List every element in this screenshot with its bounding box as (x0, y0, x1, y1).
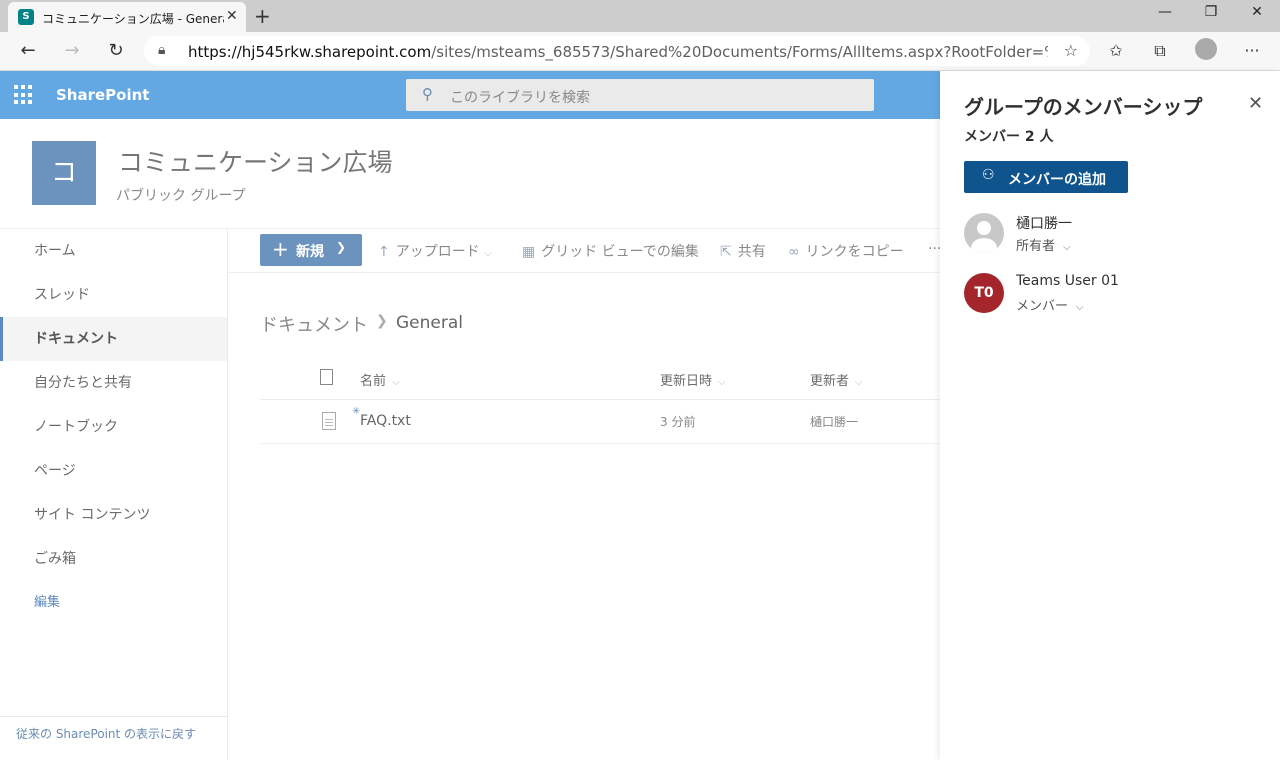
member-item: 樋口勝一 所有者 ⌵ (964, 213, 1264, 259)
close-icon[interactable]: ✕ (1248, 93, 1263, 114)
favorite-star-icon[interactable]: ☆ (1064, 41, 1078, 60)
column-modified-by-label: 更新者 (810, 374, 850, 389)
chevron-down-icon: ⌵ (718, 377, 726, 388)
new-button-label: 新規 (296, 244, 324, 260)
chevron-down-icon: ⌵ (484, 248, 492, 259)
breadcrumb-separator-icon: ❯ (376, 313, 388, 329)
add-member-label: メンバーの追加 (1008, 172, 1106, 188)
table-row[interactable]: ✳ FAQ.txt 3 分前 樋口勝一 (260, 400, 940, 444)
copy-link-button[interactable]: ∞ リンクをコピー (788, 241, 904, 261)
grid-edit-label: グリッド ビューでの編集 (541, 244, 699, 260)
grid-icon: ▦ (522, 244, 536, 260)
member-name: 樋口勝一 (1016, 216, 1072, 232)
site-subtitle: パブリック グループ (116, 188, 246, 204)
tab-close-icon[interactable]: ✕ (226, 8, 238, 24)
add-member-button[interactable]: ⚇ メンバーの追加 (964, 161, 1128, 193)
member-name: Teams User 01 (1016, 273, 1119, 289)
file-modified-by[interactable]: 樋口勝一 (810, 413, 858, 430)
tab-title: コミュニケーション広場 - General - す (42, 12, 224, 26)
upload-label: アップロード (395, 244, 480, 260)
lock-icon: 🔒︎ (158, 42, 166, 58)
classic-view-link[interactable]: 従来の SharePoint の表示に戻す (0, 716, 227, 742)
nav-item-shared-with-us[interactable]: 自分たちと共有 (0, 361, 227, 405)
breadcrumb-current: General (396, 313, 463, 333)
restore-icon[interactable]: ❐ (1196, 4, 1226, 20)
more-menu-icon[interactable]: ··· (1240, 41, 1264, 60)
member-role-dropdown[interactable]: 所有者 ⌵ (1016, 235, 1071, 254)
member-item: T0 Teams User 01 メンバー ⌵ (964, 273, 1264, 319)
nav-item-home[interactable]: ホーム (0, 229, 227, 273)
person-placeholder-icon (964, 213, 1004, 253)
add-person-icon: ⚇ (982, 167, 995, 183)
minimize-icon[interactable]: — (1150, 4, 1180, 20)
column-header-modified[interactable]: 更新日時 ⌵ (660, 370, 726, 389)
chevron-down-icon: ❯ (336, 240, 347, 254)
upload-icon: ↑ (378, 244, 390, 260)
nav-item-threads[interactable]: スレッド (0, 273, 227, 317)
file-modified: 3 分前 (660, 415, 696, 429)
url-text: https://hj545rkw.sharepoint.com/sites/ms… (188, 43, 1048, 61)
list-header: 名前 ⌵ 更新日時 ⌵ 更新者 ⌵ (260, 356, 940, 400)
window-close-icon[interactable]: ✕ (1242, 4, 1272, 20)
site-header: コ コミュニケーション広場 パブリック グループ (0, 119, 940, 229)
text-file-icon (322, 412, 336, 430)
app-launcher-icon[interactable] (14, 85, 34, 105)
profile-avatar-icon[interactable] (1194, 38, 1218, 64)
copy-link-label: リンクをコピー (805, 244, 904, 260)
new-tab-icon[interactable]: + (254, 4, 271, 28)
chevron-down-icon: ⌵ (392, 377, 400, 388)
search-icon: ⚲ (422, 85, 433, 103)
member-role-dropdown[interactable]: メンバー ⌵ (1016, 295, 1084, 314)
grid-edit-button[interactable]: ▦ グリッド ビューでの編集 (522, 241, 699, 261)
link-icon: ∞ (788, 244, 800, 260)
member-count: メンバー 2 人 (964, 129, 1054, 145)
nav-item-site-contents[interactable]: サイト コンテンツ (0, 493, 227, 537)
command-bar: + 新規 ❯ ↑ アップロード ⌵ ▦ グリッド ビューでの編集 ⇱ 共有 ∞ リンクを… (228, 229, 941, 273)
forward-icon[interactable]: → (60, 40, 84, 61)
column-name-label: 名前 (360, 374, 387, 389)
new-button[interactable]: + 新規 ❯ (260, 234, 362, 266)
share-label: 共有 (737, 244, 766, 260)
group-membership-panel: グループのメンバーシップ ✕ メンバー 2 人 ⚇ メンバーの追加 樋口勝一 所… (940, 71, 1280, 760)
chevron-down-icon: ⌵ (1063, 242, 1071, 253)
nav-item-documents[interactable]: ドキュメント (0, 317, 227, 361)
share-button[interactable]: ⇱ 共有 (720, 241, 766, 261)
share-icon: ⇱ (720, 244, 732, 260)
browser-tab[interactable]: S コミュニケーション広場 - General - す ✕ (8, 2, 246, 32)
site-title[interactable]: コミュニケーション広場 (118, 143, 393, 179)
column-header-modified-by[interactable]: 更新者 ⌵ (810, 370, 863, 389)
search-input[interactable]: ⚲ このライブラリを検索 (406, 79, 874, 111)
back-icon[interactable]: ← (16, 40, 40, 61)
upload-button[interactable]: ↑ アップロード ⌵ (378, 241, 492, 261)
nav-item-notebook[interactable]: ノートブック (0, 405, 227, 449)
browser-tab-bar: S コミュニケーション広場 - General - す ✕ + — ❐ ✕ (0, 0, 1280, 32)
file-name[interactable]: FAQ.txt (360, 413, 411, 429)
collections-icon[interactable]: ⧉ (1148, 41, 1172, 61)
address-bar[interactable]: 🔒︎ https://hj545rkw.sharepoint.com/sites… (144, 36, 1090, 66)
panel-title: グループのメンバーシップ (964, 95, 1203, 119)
breadcrumb-root[interactable]: ドキュメント (260, 311, 368, 337)
sharepoint-favicon-icon: S (18, 9, 34, 25)
nav-edit-link[interactable]: 編集 (0, 581, 227, 625)
file-type-column-icon[interactable] (320, 369, 333, 385)
brand-label[interactable]: SharePoint (56, 86, 149, 104)
member-role-label: 所有者 (1016, 239, 1056, 254)
suite-bar: SharePoint ⚲ このライブラリを検索 (0, 71, 940, 119)
favorites-icon[interactable]: ✩ (1104, 41, 1128, 60)
avatar: T0 (964, 273, 1004, 313)
chevron-down-icon: ⌵ (1076, 302, 1084, 313)
column-modified-label: 更新日時 (660, 374, 713, 389)
left-navigation: ホーム スレッド ドキュメント 自分たちと共有 ノートブック ページ サイト コ… (0, 229, 228, 760)
browser-toolbar: ← → ↻ 🔒︎ https://hj545rkw.sharepoint.com… (0, 32, 1280, 71)
member-role-label: メンバー (1016, 299, 1069, 314)
nav-item-recycle-bin[interactable]: ごみ箱 (0, 537, 227, 581)
nav-item-pages[interactable]: ページ (0, 449, 227, 493)
chevron-down-icon: ⌵ (855, 377, 863, 388)
refresh-icon[interactable]: ↻ (104, 40, 128, 61)
search-placeholder: このライブラリを検索 (450, 90, 590, 106)
column-header-name[interactable]: 名前 ⌵ (360, 370, 400, 389)
plus-icon: + (272, 237, 289, 261)
site-logo[interactable]: コ (32, 141, 96, 205)
